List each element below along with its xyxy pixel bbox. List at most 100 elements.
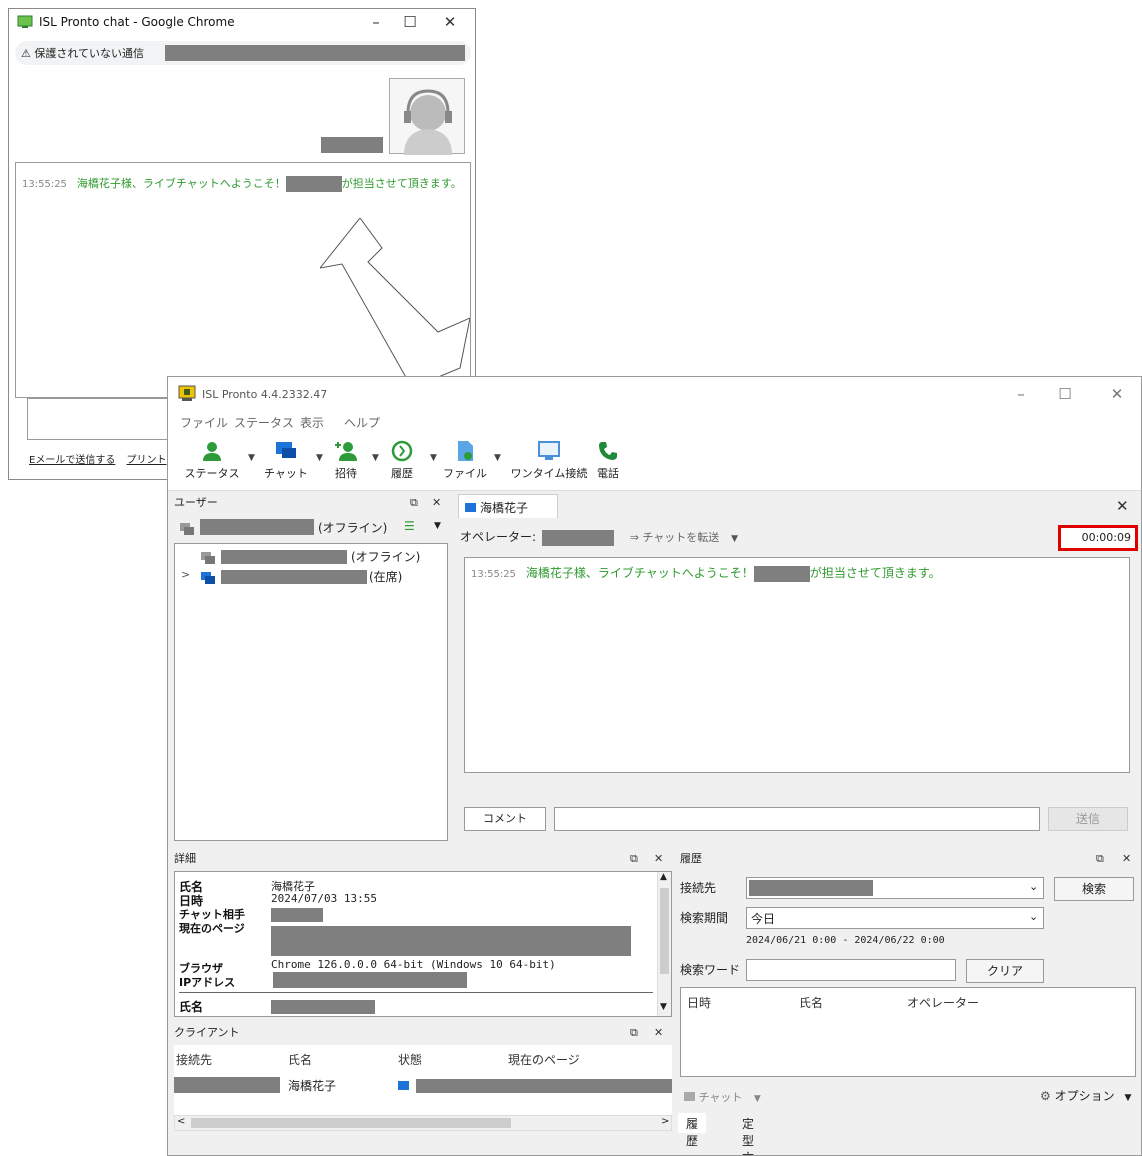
one-time-connection-button[interactable]: ワンタイム接続 <box>506 439 592 481</box>
users-tree: (オフライン) > (在席) <box>174 543 448 841</box>
scroll-right-icon[interactable]: > <box>661 1116 669 1127</box>
status-button[interactable]: ステータス <box>182 439 242 481</box>
double-arrow-icon <box>320 218 470 388</box>
address-bar[interactable]: ⚠ 保護されていない通信 <box>15 41 471 65</box>
close-chat-icon[interactable]: ✕ <box>1116 497 1129 515</box>
column-header[interactable]: 現在のページ <box>508 1051 580 1068</box>
comment-button[interactable]: コメント <box>464 807 546 831</box>
clear-button[interactable]: クリア <box>966 959 1044 983</box>
horizontal-scrollbar[interactable]: < > <box>174 1115 672 1131</box>
chrome-titlebar: ISL Pronto chat - Google Chrome – ☐ ✕ <box>9 9 475 37</box>
period-select[interactable]: 今日 ⌄ <box>746 907 1044 929</box>
chevron-down-icon[interactable]: ⌄ <box>1029 910 1038 923</box>
column-header[interactable]: オペレーター <box>907 994 979 1011</box>
window-title: ISL Pronto chat - Google Chrome <box>39 15 235 29</box>
expand-chevron-icon[interactable]: > <box>181 568 190 581</box>
minimize-button[interactable]: – <box>1006 383 1036 405</box>
dropdown-icon: ▼ <box>753 1094 761 1104</box>
isl-pronto-window: ISL Pronto 4.4.2332.47 – ☐ ✕ ファイル ステータス … <box>167 376 1142 1156</box>
history-chat-button[interactable]: チャット ▼ <box>684 1089 761 1105</box>
email-link[interactable]: Eメールで送信する <box>29 455 115 466</box>
history-dropdown-icon[interactable]: ▼ <box>430 453 437 463</box>
scroll-up-icon[interactable]: ▲ <box>660 872 667 882</box>
menu-help[interactable]: ヘルプ <box>344 414 380 431</box>
menu-status[interactable]: ステータス <box>234 414 294 431</box>
tab-history[interactable]: 履歴 <box>678 1113 707 1148</box>
chat-message: 13:55:25 海橋花子様、ライブチャットへようこそ！ が担当させて頂きます。 <box>471 565 941 582</box>
close-button[interactable]: ✕ <box>435 11 465 33</box>
scroll-down-icon[interactable]: ▼ <box>660 1002 667 1012</box>
file-dropdown-icon[interactable]: ▼ <box>494 453 501 463</box>
column-header[interactable]: 日時 <box>687 994 711 1011</box>
transfer-dropdown-icon[interactable]: ▼ <box>731 534 738 544</box>
gear-icon: ⚙ <box>1040 1089 1051 1103</box>
phone-button[interactable]: 電話 <box>590 439 626 481</box>
agent-name-redacted <box>321 137 383 153</box>
details-scrollbar[interactable]: ▲ ▼ <box>657 872 671 1016</box>
scroll-left-icon[interactable]: < <box>177 1116 185 1127</box>
keyword-input[interactable] <box>746 959 956 981</box>
insecure-warning[interactable]: ⚠ 保護されていない通信 <box>21 45 144 61</box>
agent-name-redacted <box>753 565 810 582</box>
dropdown-icon[interactable]: ▼ <box>434 521 441 531</box>
column-header[interactable]: 氏名 <box>799 994 823 1011</box>
tree-item[interactable]: (オフライン) <box>201 548 441 566</box>
destination-select[interactable]: ⌄ <box>746 877 1044 899</box>
float-panel-icon[interactable]: ⧉ <box>630 849 638 869</box>
print-link[interactable]: プリント <box>127 455 167 466</box>
scroll-thumb[interactable] <box>660 888 669 974</box>
options-button[interactable]: ⚙ オプション ▼ <box>1040 1087 1131 1104</box>
float-panel-icon[interactable]: ⧉ <box>630 1023 638 1043</box>
column-header[interactable]: 状態 <box>398 1051 422 1068</box>
ip-label: IPアドレス <box>179 976 236 989</box>
list-view-icon[interactable]: ☰ <box>404 519 415 533</box>
column-header[interactable]: 接続先 <box>176 1051 212 1068</box>
page-redacted <box>416 1079 672 1093</box>
invite-dropdown-icon[interactable]: ▼ <box>372 453 379 463</box>
chat-icon <box>684 1092 695 1101</box>
self-status-row[interactable]: (オフライン) ☰ ▼ <box>172 517 452 539</box>
maximize-button[interactable]: ☐ <box>395 11 425 33</box>
user-name-redacted <box>200 519 314 535</box>
chat-timer: 00:00:09 <box>1058 525 1138 551</box>
float-panel-icon[interactable]: ⧉ <box>1096 849 1104 869</box>
scroll-thumb[interactable] <box>191 1118 511 1128</box>
history-list: 日時 氏名 オペレーター <box>680 987 1136 1077</box>
offline-status-icon <box>180 523 194 535</box>
close-button[interactable]: ✕ <box>1102 383 1132 405</box>
chevron-down-icon[interactable]: ⌄ <box>1029 880 1038 893</box>
details-panel-header: 詳細 ⧉ ✕ <box>170 849 674 869</box>
chat-button[interactable]: チャット <box>260 439 312 481</box>
float-panel-icon[interactable]: ⧉ <box>410 493 418 513</box>
maximize-button[interactable]: ☐ <box>1050 383 1080 405</box>
minimize-button[interactable]: – <box>361 11 391 33</box>
chat-tab[interactable]: 海橋花子 <box>458 494 558 518</box>
operator-name-redacted <box>541 529 614 546</box>
close-panel-icon[interactable]: ✕ <box>654 1023 663 1043</box>
chat-status-icon <box>398 1081 409 1090</box>
tree-item[interactable]: > (在席) <box>181 568 441 586</box>
close-panel-icon[interactable]: ✕ <box>1122 849 1131 869</box>
close-panel-icon[interactable]: ✕ <box>432 493 441 513</box>
destination-redacted <box>174 1077 280 1093</box>
invite-button[interactable]: 招待 <box>324 439 368 481</box>
table-row[interactable]: 海橋花子 <box>174 1075 672 1095</box>
chat-dropdown-icon[interactable]: ▼ <box>316 453 323 463</box>
online-chat-icon <box>201 572 215 584</box>
history-button[interactable]: 履歴 <box>382 439 422 481</box>
pronto-titlebar: ISL Pronto 4.4.2332.47 – ☐ ✕ <box>168 377 1141 409</box>
send-button[interactable]: 送信 <box>1048 807 1128 831</box>
chat-icon <box>276 442 296 458</box>
column-header[interactable]: 氏名 <box>288 1051 312 1068</box>
toolbar: ステータス ▼ チャット ▼ 招待 ▼ 履歴 ▼ ファイル ▼ ワンタイム接続 … <box>168 435 1141 491</box>
close-panel-icon[interactable]: ✕ <box>654 849 663 869</box>
tab-templates[interactable]: 定型文 <box>734 1113 763 1155</box>
status-dropdown-icon[interactable]: ▼ <box>248 453 255 463</box>
menu-file[interactable]: ファイル <box>180 414 228 431</box>
file-button[interactable]: ファイル <box>440 439 490 481</box>
destination-redacted <box>749 880 873 896</box>
search-button[interactable]: 検索 <box>1054 877 1134 901</box>
menu-view[interactable]: 表示 <box>300 414 324 431</box>
transfer-chat-button[interactable]: ⇒ チャットを転送 <box>630 531 720 544</box>
chat-input[interactable] <box>554 807 1040 831</box>
